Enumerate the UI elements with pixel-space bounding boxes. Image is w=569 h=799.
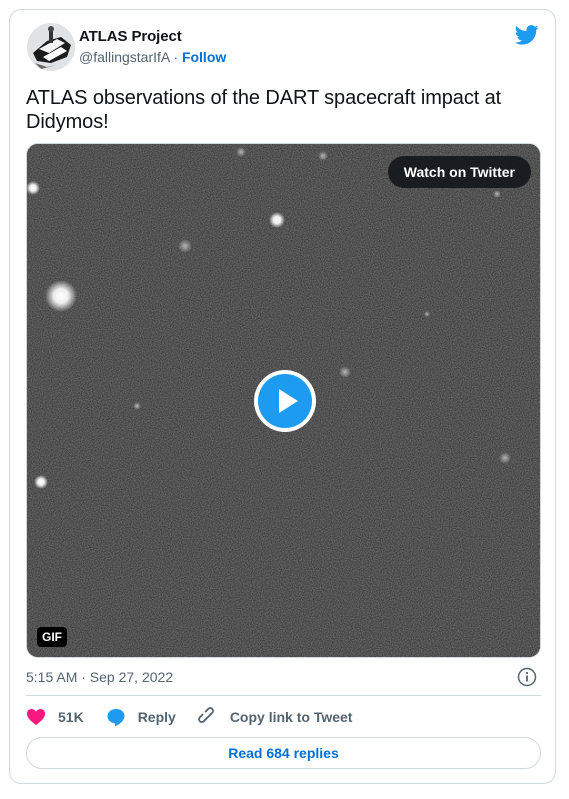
reply-bubble-icon bbox=[107, 709, 125, 727]
reply-button[interactable]: Reply bbox=[106, 707, 176, 727]
tweet-timestamp[interactable]: 5:15 AM · Sep 27, 2022 bbox=[26, 669, 173, 685]
author-handle-line: @fallingstarIfA · Follow bbox=[79, 49, 226, 65]
link-icon bbox=[197, 707, 214, 723]
like-count: 51K bbox=[58, 709, 84, 725]
follow-button[interactable]: Follow bbox=[182, 49, 226, 65]
copy-link-label: Copy link to Tweet bbox=[229, 709, 353, 725]
tweet-card: ATLAS Project @fallingstarIfA · Follow A… bbox=[9, 9, 556, 784]
author-handle[interactable]: @fallingstarIfA bbox=[79, 49, 169, 65]
media-video[interactable]: Watch on Twitter GIF bbox=[26, 143, 541, 658]
tweet-text: ATLAS observations of the DART spacecraf… bbox=[26, 87, 502, 133]
author-name[interactable]: ATLAS Project bbox=[79, 28, 182, 45]
action-bar: 51K Reply Copy link to Tweet bbox=[26, 707, 374, 727]
reply-label: Reply bbox=[137, 709, 176, 725]
read-replies-button[interactable]: Read 684 replies bbox=[26, 737, 541, 769]
separator-dot: · bbox=[169, 49, 182, 65]
play-icon[interactable] bbox=[252, 368, 318, 434]
copy-link-button[interactable]: Copy link to Tweet bbox=[197, 707, 353, 727]
divider bbox=[26, 695, 541, 696]
heart-icon bbox=[27, 709, 45, 725]
watch-on-twitter-button[interactable]: Watch on Twitter bbox=[387, 156, 531, 188]
twitter-bird-icon[interactable] bbox=[515, 25, 539, 45]
like-button[interactable]: 51K bbox=[26, 707, 84, 727]
avatar[interactable] bbox=[27, 23, 75, 71]
gif-badge: GIF bbox=[37, 627, 67, 647]
info-icon[interactable] bbox=[517, 667, 537, 687]
avatar-image bbox=[27, 23, 75, 71]
